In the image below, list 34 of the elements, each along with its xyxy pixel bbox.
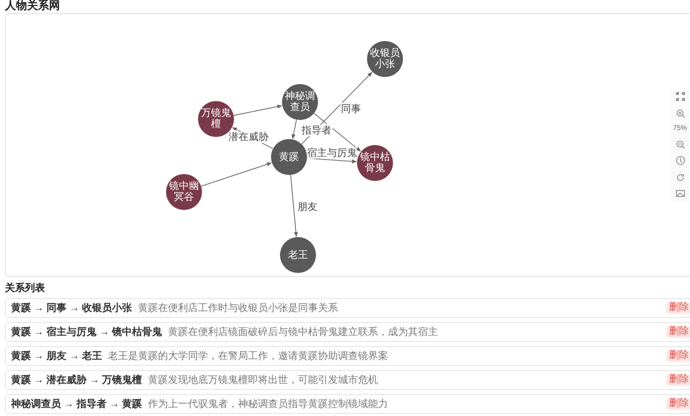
relation-path: 黄蹊 → 朋友 → 老王 <box>11 350 102 364</box>
edge-label: 宿主与厉鬼 <box>307 148 357 159</box>
zoom-in-icon[interactable] <box>676 108 684 118</box>
delete-button[interactable]: 删除 <box>666 350 690 362</box>
delete-button[interactable]: 删除 <box>666 302 690 314</box>
graph-node[interactable]: 镜中枯骨鬼 <box>357 145 393 181</box>
relation-description: 黄蹊在便利店工作时与收银员小张是同事关系 <box>138 302 338 316</box>
graph-node[interactable]: 镜中幽冥谷 <box>166 174 202 210</box>
graph-node[interactable]: 收银员小张 <box>367 41 403 77</box>
graph-node[interactable]: 老王 <box>280 237 316 273</box>
delete-button[interactable]: 删除 <box>666 398 690 410</box>
edge-label: 同事 <box>341 104 361 115</box>
delete-button[interactable]: 删除 <box>666 326 690 338</box>
relation-description: 老王是黄蹊的大学同学，在警局工作，邀请黄蹊协助调查镜界案 <box>108 350 388 364</box>
edge-arrow <box>292 119 297 140</box>
graph-node[interactable]: 神秘调查员 <box>282 84 318 120</box>
image-icon[interactable] <box>676 189 684 198</box>
edge-arrow <box>233 104 282 116</box>
relation-description: 黄蹊发现地底万镜鬼檀即将出世，可能引发城市危机 <box>148 374 378 388</box>
section-title: 关系列表 <box>5 283 45 295</box>
relation-description: 作为上一代驭鬼者，神秘调查员指导黄蹊控制镜域能力 <box>148 398 388 412</box>
zoom-out-icon[interactable] <box>676 140 684 148</box>
edge-arrow <box>200 162 272 187</box>
refresh-icon[interactable] <box>676 172 684 182</box>
relation-path: 黄蹊 → 潜在威胁 → 万镜鬼檀 <box>11 373 142 388</box>
delete-button[interactable]: 删除 <box>666 374 690 386</box>
relation-path: 黄蹊 → 同事 → 收银员小张 <box>11 302 132 316</box>
fit-view-icon[interactable] <box>676 92 684 101</box>
edge-label: 朋友 <box>298 202 318 213</box>
edge-arrow <box>290 174 298 238</box>
graph-node[interactable]: 黄蹊 <box>271 139 307 175</box>
relation-description: 黄蹊在便利店镜面破碎后与镜中枯骨鬼建立联系，成为其宿主 <box>168 326 438 340</box>
relation-path: 黄蹊 → 宿主与厉鬼 → 镜中枯骨鬼 <box>11 325 162 340</box>
relation-path: 神秘调查员 → 指导者 → 黄蹊 <box>11 398 142 412</box>
